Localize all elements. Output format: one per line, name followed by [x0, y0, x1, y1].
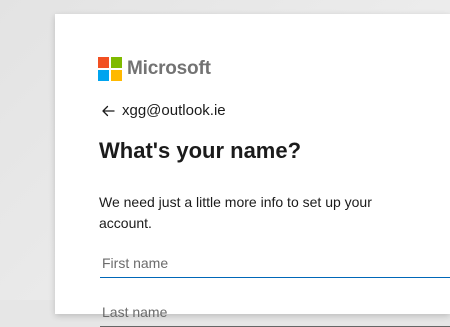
logo-square-blue — [98, 70, 109, 81]
logo-wordmark: Microsoft — [127, 58, 211, 79]
page-title: What's your name? — [99, 138, 302, 163]
signup-card: Microsoft xgg@outlook.ie What's your nam… — [55, 14, 450, 327]
logo-square-red — [98, 57, 109, 68]
logo-square-yellow — [111, 70, 122, 81]
first-name-input[interactable] — [100, 248, 450, 278]
arrow-left-icon[interactable] — [101, 104, 115, 118]
identity-email: xgg@outlook.ie — [122, 102, 226, 119]
microsoft-logo: Microsoft — [98, 57, 211, 81]
logo-square-green — [111, 57, 122, 68]
last-name-input[interactable] — [100, 297, 450, 327]
microsoft-logo-icon — [98, 57, 122, 81]
page-description: We need just a little more info to set u… — [99, 194, 372, 231]
identity-back-link[interactable]: xgg@outlook.ie — [101, 102, 226, 120]
